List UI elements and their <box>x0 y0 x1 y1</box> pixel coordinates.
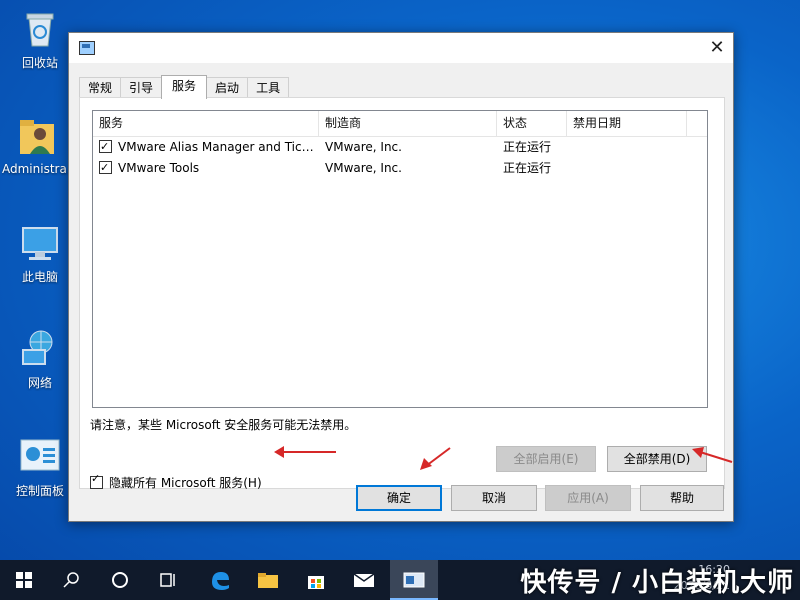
network-icon <box>19 328 61 370</box>
title-bar[interactable]: ✕ <box>69 33 733 63</box>
store-button[interactable] <box>292 560 340 600</box>
service-status: 正在运行 <box>503 161 552 175</box>
service-manufacturer: VMware, Inc. <box>325 140 402 154</box>
msconfig-app-icon <box>79 41 95 55</box>
cortana-button[interactable] <box>96 560 144 600</box>
task-view-button[interactable] <box>144 560 192 600</box>
start-button[interactable] <box>0 560 48 600</box>
user-folder-icon <box>16 116 58 158</box>
service-disabled-date <box>567 158 687 179</box>
hide-microsoft-services-label: 隐藏所有 Microsoft 服务(H) <box>109 476 262 490</box>
desktop-icon-label: Administra... <box>2 162 72 176</box>
hide-microsoft-services-option[interactable]: 隐藏所有 Microsoft 服务(H) <box>90 472 262 491</box>
services-panel: 服务 制造商 状态 禁用日期 VMware Alias Manager and … <box>79 97 725 491</box>
dialog-body: 常规 引导 服务 启动 工具 服务 制造商 状态 禁用日期 VMware Ali… <box>69 63 733 521</box>
store-icon <box>308 576 324 589</box>
search-icon <box>63 572 79 588</box>
security-services-note: 请注意，某些 Microsoft 安全服务可能无法禁用。 <box>90 418 357 432</box>
desktop-icon-administrator[interactable]: Administra... <box>2 116 72 176</box>
file-explorer-button[interactable] <box>244 560 292 600</box>
taskbar: 16:20 2020/6/21 快传号 / 小白装机大师 <box>0 560 800 600</box>
annotation-arrow-disable-all <box>692 447 733 463</box>
computer-icon <box>19 222 61 264</box>
service-disabled-date <box>567 137 687 158</box>
desktop-icon-this-pc[interactable]: 此电脑 <box>5 222 75 285</box>
list-header: 服务 制造商 状态 禁用日期 <box>93 111 707 137</box>
annotation-arrow-ok <box>420 447 451 470</box>
msconfig-icon <box>403 572 425 588</box>
tab-general[interactable]: 常规 <box>79 77 122 98</box>
mail-icon <box>353 573 375 587</box>
list-item[interactable]: VMware Alias Manager and Ticket Service … <box>93 137 707 158</box>
control-panel-icon <box>19 436 61 478</box>
cortana-icon <box>112 572 128 588</box>
search-button[interactable] <box>48 560 96 600</box>
service-manufacturer: VMware, Inc. <box>325 161 402 175</box>
watermark-text: 快传号 / 小白装机大师 <box>520 568 794 598</box>
enable-all-button[interactable]: 全部启用(E) <box>496 446 596 472</box>
tab-boot[interactable]: 引导 <box>120 77 163 98</box>
tab-startup[interactable]: 启动 <box>206 77 249 98</box>
desktop-icon-label: 控制面板 <box>15 484 64 498</box>
recycle-bin-icon <box>19 8 61 50</box>
edge-button[interactable] <box>196 560 244 600</box>
column-header-manufacturer[interactable]: 制造商 <box>319 111 497 136</box>
service-status: 正在运行 <box>503 140 552 154</box>
tab-strip: 常规 引导 服务 启动 工具 <box>79 75 290 99</box>
desktop-icon-recycle-bin[interactable]: 回收站 <box>5 8 75 71</box>
service-checkbox[interactable] <box>99 158 112 178</box>
ok-button[interactable]: 确定 <box>356 485 442 511</box>
edge-icon <box>212 572 229 590</box>
hide-microsoft-services-checkbox[interactable] <box>90 472 103 489</box>
start-icon <box>16 572 32 588</box>
cancel-button[interactable]: 取消 <box>451 485 537 511</box>
apply-button[interactable]: 应用(A) <box>545 485 631 511</box>
tab-services[interactable]: 服务 <box>161 75 208 99</box>
service-name: VMware Tools <box>118 161 200 175</box>
column-header-status[interactable]: 状态 <box>497 111 567 136</box>
list-item[interactable]: VMware Tools VMware, Inc. 正在运行 <box>93 158 707 179</box>
column-header-disabled-date[interactable]: 禁用日期 <box>567 111 687 136</box>
desktop-icon-network[interactable]: 网络 <box>5 328 75 391</box>
desktop-icon-control-panel[interactable]: 控制面板 <box>5 436 75 499</box>
task-view-icon <box>160 573 175 587</box>
annotation-arrow-hide-ms <box>274 446 336 458</box>
desktop-icon-label: 网络 <box>27 376 52 390</box>
mail-button[interactable] <box>340 560 388 600</box>
help-button[interactable]: 帮助 <box>640 485 724 511</box>
desktop-icon-label: 回收站 <box>21 56 58 70</box>
tab-tools[interactable]: 工具 <box>247 77 290 98</box>
system-configuration-dialog: ✕ 常规 引导 服务 启动 工具 服务 制造商 状态 禁用日期 VMware A… <box>68 32 734 522</box>
column-header-service[interactable]: 服务 <box>93 111 319 136</box>
services-list[interactable]: 服务 制造商 状态 禁用日期 VMware Alias Manager and … <box>92 110 708 408</box>
msconfig-taskbar-button[interactable] <box>390 560 438 600</box>
service-name: VMware Alias Manager and Ticket Service <box>118 140 319 154</box>
close-button[interactable]: ✕ <box>701 33 733 63</box>
file-explorer-icon <box>258 573 278 588</box>
desktop-icon-label: 此电脑 <box>21 270 58 284</box>
service-checkbox[interactable] <box>99 137 112 157</box>
